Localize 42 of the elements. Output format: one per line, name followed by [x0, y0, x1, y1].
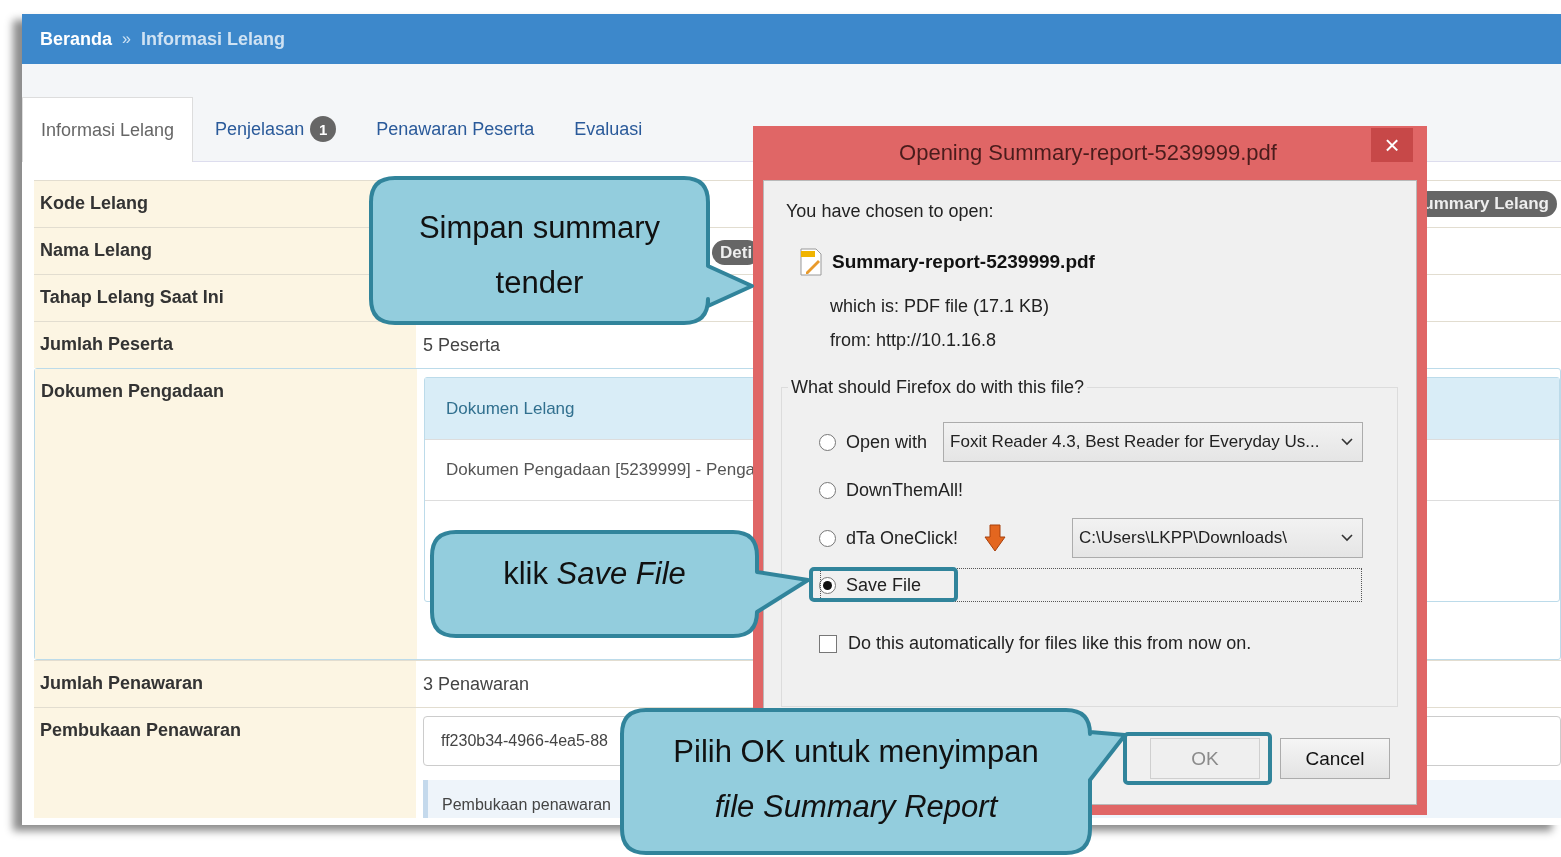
file-name: Summary-report-5239999.pdf	[832, 251, 1095, 273]
close-button[interactable]: ×	[1371, 128, 1413, 162]
group-legend: What should Firefox do with this file?	[788, 377, 1088, 398]
chevron-icon	[1340, 437, 1354, 447]
radio-button[interactable]	[819, 529, 836, 547]
dropdown[interactable]: C:\Users\LKPP\Downloads\	[1072, 518, 1363, 558]
chevron-icon	[1340, 533, 1354, 543]
radio-button[interactable]	[819, 481, 836, 499]
tab[interactable]: Evaluasi	[556, 97, 661, 161]
field-label: Pembukaan Penawaran	[40, 720, 242, 740]
field-label: Dokumen Pengadaan	[41, 381, 225, 401]
value-text: 3 Penawaran	[423, 674, 530, 694]
tab[interactable]: Penjelasan 1	[197, 97, 355, 161]
dialog-button[interactable]: Cancel	[1280, 738, 1390, 779]
callout-text: Simpan summary tender	[418, 210, 661, 300]
radio-button[interactable]	[819, 433, 836, 451]
dropdown[interactable]: Foxit Reader 4.3, Best Reader for Everyday Us...	[943, 422, 1363, 462]
download-arrow-icon	[984, 524, 1007, 552]
value-text: 5 Peserta	[423, 335, 501, 355]
checkbox[interactable]	[819, 634, 837, 653]
file-source-text: from: http://10.1.16.8	[830, 330, 998, 351]
count-badge: 1	[310, 116, 337, 142]
breadcrumb-current: Informasi Lelang	[140, 28, 285, 50]
option-label[interactable]: dTa OneClick!	[846, 527, 959, 549]
intro-text: You have chosen to open:	[786, 201, 995, 222]
tab[interactable]: Penawaran Peserta	[358, 97, 553, 161]
field-label: Jumlah Peserta	[40, 334, 174, 354]
radio-button[interactable]	[819, 576, 836, 594]
dialog-title: Opening Summary-report-5239999.pdf	[898, 139, 1278, 166]
breadcrumb-link[interactable]: Beranda	[40, 28, 113, 50]
file-type-text: which is: PDF file (17.1 KB)	[830, 296, 1051, 317]
breadcrumb-separator: »	[122, 30, 131, 48]
option-label[interactable]: DownThemAll!	[846, 479, 964, 501]
pdf-file-icon	[798, 248, 824, 276]
field-label: Kode Lelang	[40, 193, 148, 213]
field-label: Jumlah Penawaran	[40, 673, 204, 693]
checkbox-label[interactable]: Do this automatically for files like this from now on.	[848, 633, 1252, 654]
field-label: Nama Lelang	[40, 240, 153, 260]
field-label: Tahap Lelang Saat Ini	[40, 287, 224, 307]
option-label[interactable]: Save File	[846, 574, 922, 596]
callout-text: klik Save File	[503, 556, 686, 591]
tab[interactable]: Informasi Lelang	[22, 97, 194, 162]
